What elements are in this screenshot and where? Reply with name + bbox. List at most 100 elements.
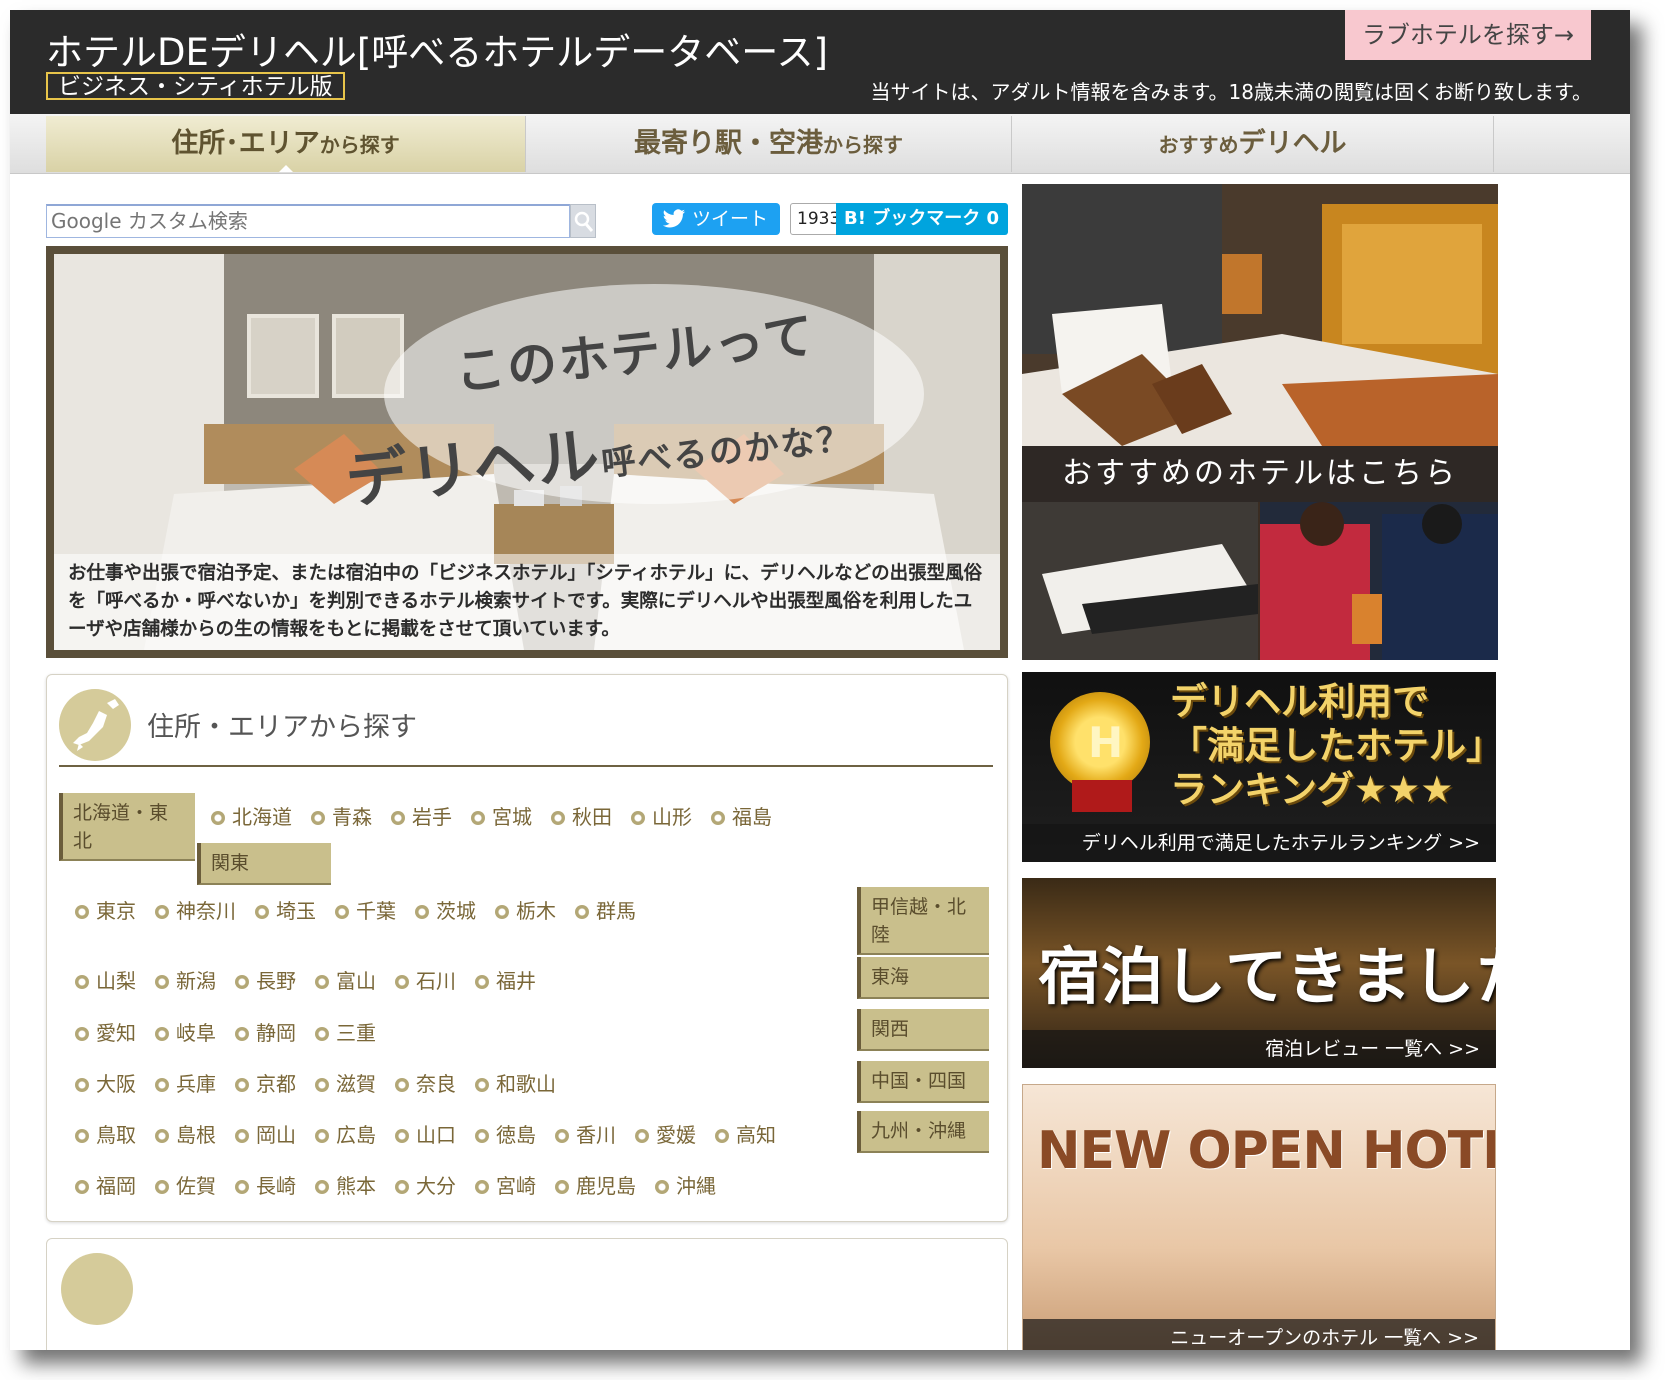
pref-link[interactable]: 千葉 [335, 895, 396, 924]
region-tab-kyushu-okinawa[interactable]: 九州・沖縄 [857, 1111, 989, 1153]
pref-link[interactable]: 香川 [555, 1119, 616, 1148]
pref-link[interactable]: 三重 [315, 1017, 376, 1046]
pref-link[interactable]: 京都 [235, 1068, 296, 1097]
pref-link[interactable]: 徳島 [475, 1119, 536, 1148]
pref-link[interactable]: 長崎 [235, 1170, 296, 1199]
pref-link[interactable]: 鳥取 [75, 1119, 136, 1148]
twitter-bird-icon [662, 209, 685, 228]
pref-link[interactable]: 群馬 [575, 895, 636, 924]
area-search-panel: 住所・エリアから探す 北海道・東北 関東 甲信越・北陸 東海 関西 中国・四国 … [46, 674, 1008, 1222]
tab-label-small: から探す [823, 133, 903, 157]
tab-label-small: から探す [319, 133, 400, 157]
pref-link[interactable]: 山口 [395, 1119, 456, 1148]
edition-badge: ビジネス・シティホテル版 [46, 72, 345, 100]
section-icon [61, 1253, 133, 1325]
ranking-title-line2: 「満足したホテル」 [1170, 724, 1496, 767]
region-tab-hokkaido-tohoku[interactable]: 北海道・東北 [59, 793, 195, 861]
pref-link[interactable]: 秋田 [551, 801, 612, 830]
tab-station-search[interactable]: 最寄り駅・空港から探す [526, 116, 1012, 172]
hotel-photo-collage [1022, 184, 1498, 660]
pref-link[interactable]: 佐賀 [155, 1170, 216, 1199]
pref-link[interactable]: 大阪 [75, 1068, 136, 1097]
tweet-label: ツイート [692, 208, 769, 230]
recommended-hotel-banner[interactable]: おすすめのホテルはこちら [1022, 184, 1498, 660]
review-list-link[interactable]: 宿泊レビュー 一覧へ >> [1022, 1030, 1496, 1068]
tab-label: 住所･エリア [171, 128, 320, 159]
pref-link[interactable]: 島根 [155, 1119, 216, 1148]
pref-link[interactable]: 福島 [711, 801, 772, 830]
region-tab-kansai[interactable]: 関西 [857, 1009, 989, 1051]
pref-link[interactable]: 神奈川 [155, 895, 236, 924]
tab-label-small: おすすめ [1158, 133, 1239, 157]
region-tab-chugoku-shikoku[interactable]: 中国・四国 [857, 1061, 989, 1103]
pref-link[interactable]: 富山 [315, 965, 376, 994]
pref-link[interactable]: 鹿児島 [555, 1170, 636, 1199]
site-title[interactable]: ホテルDEデリヘル[呼べるホテルデータベース] [46, 22, 828, 76]
pref-link[interactable]: 兵庫 [155, 1068, 216, 1097]
tab-recommended-deliheal[interactable]: おすすめデリヘル [1012, 116, 1494, 172]
stay-review-banner[interactable]: 宿泊してきました 宿泊レビュー 一覧へ >> [1022, 878, 1496, 1068]
page-frame: ホテルDEデリヘル[呼べるホテルデータベース] ビジネス・シティホテル版 ラブホ… [10, 10, 1630, 1350]
pref-link[interactable]: 沖縄 [655, 1170, 716, 1199]
pref-link[interactable]: 静岡 [235, 1017, 296, 1046]
pref-link[interactable]: 埼玉 [255, 895, 316, 924]
region-tab-kanto[interactable]: 関東 [197, 843, 331, 885]
pref-link[interactable]: 広島 [315, 1119, 376, 1148]
tab-area-search[interactable]: 住所･エリアから探す [46, 116, 526, 172]
ranking-title-line1: デリヘル利用で [1170, 680, 1429, 723]
pref-link[interactable]: 和歌山 [475, 1068, 556, 1097]
lovehotel-search-button[interactable]: ラブホテルを探す→ [1345, 10, 1591, 60]
pref-link[interactable]: 福岡 [75, 1170, 136, 1199]
pref-link[interactable]: 茨城 [415, 895, 476, 924]
pref-link[interactable]: 栃木 [495, 895, 556, 924]
pref-link[interactable]: 山梨 [75, 965, 136, 994]
satisfaction-ranking-banner[interactable]: H デリヘル利用で 「満足したホテル」 ランキング★★★ デリヘル利用で満足した… [1022, 672, 1496, 862]
ranking-link[interactable]: デリヘル利用で満足したホテルランキング >> [1022, 824, 1496, 862]
pref-link[interactable]: 石川 [395, 965, 456, 994]
adult-notice: 当サイトは、アダルト情報を含みます。18歳未満の閲覧は固くお断り致します。 [870, 80, 1592, 104]
pref-link[interactable]: 青森 [311, 801, 372, 830]
pref-link[interactable]: 岩手 [391, 801, 452, 830]
pref-link[interactable]: 宮城 [471, 801, 532, 830]
pref-link[interactable]: 愛知 [75, 1017, 136, 1046]
hero-banner: このホテルって デリヘル呼べるのかな？ お仕事や出張で宿泊予定、または宿泊中の「… [46, 246, 1008, 658]
tweet-button[interactable]: ツイート [652, 203, 780, 235]
medal-letter: H [1088, 718, 1124, 767]
new-open-list-link[interactable]: ニューオープンのホテル 一覧へ >> [1023, 1319, 1495, 1350]
site-header: ホテルDEデリヘル[呼べるホテルデータベース] ビジネス・シティホテル版 ラブホ… [10, 10, 1630, 114]
pref-link[interactable]: 宮崎 [475, 1170, 536, 1199]
ribbon-icon [1072, 780, 1132, 812]
new-open-hotel-banner[interactable]: NEW OPEN HOTEL ニューオープンのホテル 一覧へ >> [1022, 1084, 1496, 1350]
pref-link[interactable]: 山形 [631, 801, 692, 830]
pref-link[interactable]: 大分 [395, 1170, 456, 1199]
recommend-caption: おすすめのホテルはこちら [1022, 446, 1498, 502]
pref-link[interactable]: 奈良 [395, 1068, 456, 1097]
search-icon [574, 211, 594, 232]
pref-link[interactable]: 熊本 [315, 1170, 376, 1199]
ranking-title-line3: ランキング★★★ [1170, 768, 1454, 811]
tab-label: デリヘル [1238, 128, 1347, 159]
pref-link[interactable]: 岐阜 [155, 1017, 216, 1046]
pref-link[interactable]: 高知 [715, 1119, 776, 1148]
pref-link[interactable]: 福井 [475, 965, 536, 994]
station-search-panel [46, 1238, 1008, 1350]
region-tab-tokai[interactable]: 東海 [857, 957, 989, 999]
pref-link[interactable]: 滋賀 [315, 1068, 376, 1097]
area-section-title: 住所・エリアから探す [147, 712, 417, 743]
pref-link[interactable]: 北海道 [211, 801, 292, 830]
main-nav: 住所･エリアから探す 最寄り駅・空港から探す おすすめデリヘル [10, 114, 1630, 174]
japan-map-icon [59, 689, 131, 761]
pref-link[interactable]: 東京 [75, 895, 136, 924]
search-input[interactable] [51, 206, 569, 236]
pref-link[interactable]: 長野 [235, 965, 296, 994]
pref-link[interactable]: 新潟 [155, 965, 216, 994]
new-open-title: NEW OPEN HOTEL [1037, 1121, 1495, 1181]
search-button[interactable] [570, 204, 596, 238]
review-title: 宿泊してきました [1038, 940, 1496, 1013]
region-tab-koshinetsu-hokuriku[interactable]: 甲信越・北陸 [857, 887, 989, 955]
pref-link[interactable]: 愛媛 [635, 1119, 696, 1148]
search-box [46, 204, 570, 238]
hatena-bookmark-button[interactable]: B! ブックマーク 0 [836, 203, 1008, 235]
pref-link[interactable]: 岡山 [235, 1119, 296, 1148]
divider [59, 765, 993, 767]
